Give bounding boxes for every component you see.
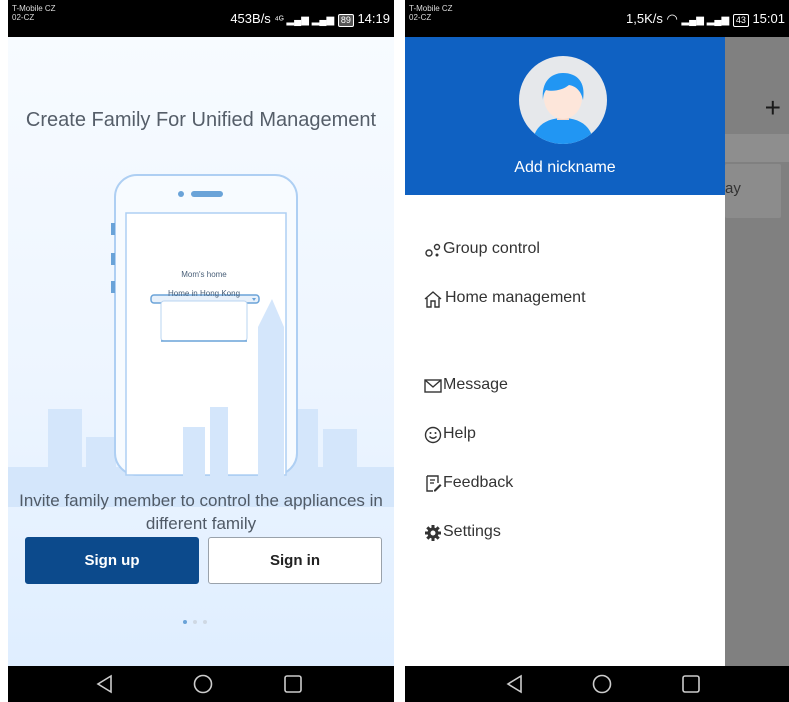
back-icon[interactable] xyxy=(504,673,526,695)
recents-icon[interactable] xyxy=(282,673,304,695)
user-avatar-icon xyxy=(533,73,593,144)
drawer-screen: T-Mobile CZ 02-CZ 1,5K/s ◠ ▂▄▆ ▂▄▆ 43 15… xyxy=(405,0,789,702)
navigation-bar xyxy=(8,666,394,702)
back-icon[interactable] xyxy=(94,673,116,695)
network-speed: 1,5K/s xyxy=(626,11,663,26)
signal-icon: ⁴ᴳ ▂▄▆ ▂▄▆ xyxy=(274,15,335,26)
background-bar xyxy=(725,134,789,162)
signal-icon: ▂▄▆ ▂▄▆ xyxy=(681,15,730,26)
clock: 15:01 xyxy=(752,11,785,26)
carrier-label: T-Mobile CZ 02-CZ xyxy=(12,4,56,22)
page-dot xyxy=(203,620,207,624)
add-icon: + xyxy=(764,92,781,123)
home-option: Mom's home xyxy=(181,270,227,279)
wifi-icon: ◠ xyxy=(666,11,678,26)
smile-icon xyxy=(424,426,442,444)
home-nav-icon[interactable] xyxy=(192,673,214,695)
navigation-drawer: Add nickname Group control Home manageme… xyxy=(405,37,725,666)
status-indicators: 453B/s ⁴ᴳ ▂▄▆ ▂▄▆ 89 14:19 xyxy=(230,11,390,27)
carrier-label: T-Mobile CZ 02-CZ xyxy=(409,4,453,22)
clock: 14:19 xyxy=(357,11,390,26)
group-control-icon xyxy=(425,243,441,257)
status-bar: T-Mobile CZ 02-CZ 1,5K/s ◠ ▂▄▆ ▂▄▆ 43 15… xyxy=(405,0,789,37)
drawer-header: Add nickname xyxy=(405,37,725,195)
gear-icon xyxy=(425,525,441,541)
status-indicators: 1,5K/s ◠ ▂▄▆ ▂▄▆ 43 15:01 xyxy=(626,11,785,27)
recents-icon[interactable] xyxy=(680,673,702,695)
sign-up-button[interactable]: Sign up xyxy=(25,537,199,584)
nickname-label[interactable]: Add nickname xyxy=(405,159,725,177)
envelope-icon xyxy=(424,379,442,393)
feedback-icon xyxy=(426,475,442,492)
navigation-bar xyxy=(405,666,789,702)
background-card: ay xyxy=(725,164,781,218)
avatar[interactable] xyxy=(519,56,607,144)
page-indicator xyxy=(183,611,213,629)
page-dot xyxy=(183,620,187,624)
home-nav-icon[interactable] xyxy=(591,673,613,695)
invite-text: Invite family member to control the appl… xyxy=(19,491,383,533)
sign-in-button[interactable]: Sign in xyxy=(208,537,382,584)
status-bar: T-Mobile CZ 02-CZ 453B/s ⁴ᴳ ▂▄▆ ▂▄▆ 89 1… xyxy=(8,0,394,37)
home-option: Home in Hong Kong xyxy=(167,289,241,298)
battery-icon: 43 xyxy=(732,14,749,27)
page-dot xyxy=(193,620,197,624)
welcome-screen: T-Mobile CZ 02-CZ 453B/s ⁴ᴳ ▂▄▆ ▂▄▆ 89 1… xyxy=(8,0,394,702)
battery-icon: 89 xyxy=(337,14,354,27)
home-icon xyxy=(424,291,442,308)
network-speed: 453B/s xyxy=(230,11,271,26)
